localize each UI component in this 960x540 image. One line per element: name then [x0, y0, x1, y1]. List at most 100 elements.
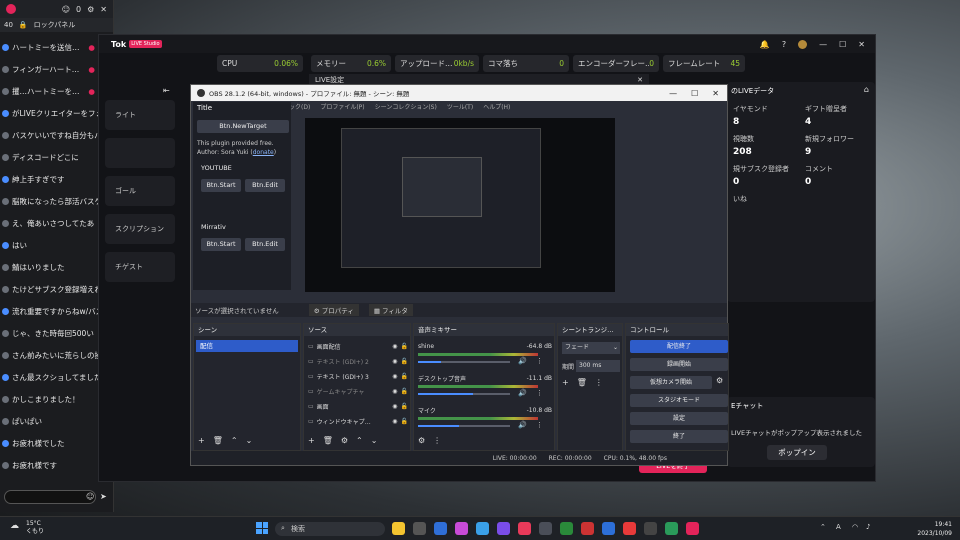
- mirrativ-start-button[interactable]: Btn.Start: [201, 238, 241, 251]
- taskbar-app-icon[interactable]: [602, 522, 615, 535]
- control-button[interactable]: スタジオモード: [630, 394, 728, 407]
- lock-icon[interactable]: 🔓: [401, 403, 408, 410]
- tiktok-menu-item[interactable]: ゴール: [105, 176, 175, 206]
- properties-button[interactable]: ⚙ プロパティ: [308, 304, 359, 316]
- source-item[interactable]: ▭ テキスト (GDI+) 3 ◉ 🔓: [308, 370, 408, 382]
- volume-icon[interactable]: ♪: [866, 523, 870, 531]
- filters-button[interactable]: ▦ フィルタ: [368, 304, 413, 316]
- new-target-button[interactable]: Btn.NewTarget: [197, 120, 289, 133]
- menu-icon[interactable]: ⋮: [595, 378, 603, 387]
- add-icon[interactable]: +: [562, 378, 569, 387]
- taskbar-app-icon[interactable]: [413, 522, 426, 535]
- emoji-icon[interactable]: ☺: [86, 492, 94, 501]
- trash-icon[interactable]: 🗑: [323, 436, 333, 445]
- transition-select[interactable]: フェード ⌄: [562, 342, 620, 354]
- mirrativ-edit-button[interactable]: Btn.Edit: [245, 238, 285, 251]
- cloud-icon[interactable]: ☁: [10, 521, 19, 531]
- obs-menu-item[interactable]: ツール(T): [447, 102, 473, 111]
- trash-icon[interactable]: 🗑: [213, 436, 223, 445]
- chat-input[interactable]: [4, 490, 96, 504]
- down-icon[interactable]: ⌄: [246, 436, 253, 445]
- volume-slider[interactable]: [418, 393, 510, 395]
- taskbar-app-icon[interactable]: [497, 522, 510, 535]
- obs-menu-item[interactable]: シーンコレクション(S): [375, 102, 437, 111]
- obs-preview[interactable]: [305, 118, 615, 292]
- taskbar-clock[interactable]: 19:41 2023/10/09: [917, 520, 952, 538]
- menu-icon[interactable]: ⋮: [536, 421, 543, 429]
- menu-icon[interactable]: ⋮: [536, 389, 543, 397]
- youtube-start-button[interactable]: Btn.Start: [201, 179, 241, 192]
- taskbar-app-icon[interactable]: [518, 522, 531, 535]
- control-button[interactable]: 終了: [630, 430, 728, 443]
- maximize-icon[interactable]: ☐: [691, 89, 698, 98]
- collapse-icon[interactable]: ⇤: [163, 86, 170, 95]
- wifi-icon[interactable]: ◠: [852, 523, 858, 531]
- minimize-icon[interactable]: —: [669, 89, 677, 98]
- obs-menu-item[interactable]: ヘルプ(H): [483, 102, 510, 111]
- start-icon[interactable]: [256, 522, 268, 534]
- lock-icon[interactable]: 🔓: [401, 343, 408, 350]
- taskbar-app-icon[interactable]: [455, 522, 468, 535]
- add-icon[interactable]: +: [308, 436, 315, 445]
- lock-icon[interactable]: 🔓: [401, 358, 408, 365]
- add-icon[interactable]: +: [198, 436, 205, 445]
- bell-icon[interactable]: 🔔: [760, 40, 770, 49]
- duration-input[interactable]: 300 ms: [576, 360, 620, 372]
- volume-slider[interactable]: [418, 361, 510, 363]
- settings-icon[interactable]: ⚙: [87, 5, 94, 14]
- close-icon[interactable]: ✕: [712, 89, 719, 98]
- taskbar-app-icon[interactable]: [644, 522, 657, 535]
- source-item[interactable]: ▭ 画面 ◉ 🔓: [308, 400, 408, 412]
- taskbar-app-icon[interactable]: [665, 522, 678, 535]
- eye-icon[interactable]: ◉: [392, 358, 397, 365]
- tray-chevron-icon[interactable]: ⌃: [820, 523, 826, 531]
- send-icon[interactable]: ➤: [100, 492, 107, 501]
- control-button[interactable]: 設定: [630, 412, 728, 425]
- close-icon[interactable]: ✕: [100, 5, 107, 14]
- down-icon[interactable]: ⌄: [371, 436, 378, 445]
- source-item[interactable]: ▭ テキスト (GDI+) 2 ◉ 🔓: [308, 355, 408, 367]
- source-item[interactable]: ▭ ゲームキャプチャ ◉ 🔓: [308, 385, 408, 397]
- speaker-icon[interactable]: 🔊: [518, 421, 527, 429]
- eye-icon[interactable]: ◉: [392, 403, 397, 410]
- home-icon[interactable]: ⌂: [864, 85, 869, 94]
- tiktok-menu-item[interactable]: [105, 138, 175, 168]
- control-button[interactable]: 配信終了: [630, 340, 728, 353]
- up-icon[interactable]: ⌃: [231, 436, 238, 445]
- weather-widget[interactable]: 15°C くもり: [26, 520, 44, 536]
- eye-icon[interactable]: ◉: [392, 343, 397, 350]
- lock-icon[interactable]: 🔓: [401, 388, 408, 395]
- taskbar-app-icon[interactable]: [623, 522, 636, 535]
- help-icon[interactable]: ?: [782, 40, 786, 49]
- taskbar-app-icon[interactable]: [686, 522, 699, 535]
- taskbar-app-icon[interactable]: [476, 522, 489, 535]
- obs-menu-item[interactable]: プロファイル(P): [320, 102, 364, 111]
- speaker-icon[interactable]: 🔊: [518, 357, 527, 365]
- source-item[interactable]: ▭ウィンドウキャプチャ 2 ◉ 🔓: [308, 415, 408, 427]
- tiktok-menu-item[interactable]: チゲスト: [105, 252, 175, 282]
- source-item[interactable]: ▭ 画面配信 ◉ 🔓: [308, 340, 408, 352]
- eye-icon[interactable]: ◉: [392, 373, 397, 380]
- control-button[interactable]: 録画開始: [630, 358, 728, 371]
- lock-icon[interactable]: 🔓: [401, 418, 408, 425]
- popin-button[interactable]: ポップイン: [767, 445, 827, 460]
- virtual-camera-gear-icon[interactable]: ⚙: [716, 376, 723, 385]
- taskbar-app-icon[interactable]: [434, 522, 447, 535]
- youtube-edit-button[interactable]: Btn.Edit: [245, 179, 285, 192]
- lock-icon[interactable]: 🔒: [19, 21, 28, 29]
- tiktok-menu-item[interactable]: ライト: [105, 100, 175, 130]
- scene-item[interactable]: 配信: [196, 340, 298, 352]
- taskbar-app-icon[interactable]: [392, 522, 405, 535]
- taskbar-app-icon[interactable]: [539, 522, 552, 535]
- gear-icon[interactable]: ⚙: [341, 436, 348, 445]
- mixer-menu-icon[interactable]: ⋮: [433, 436, 441, 445]
- control-button[interactable]: 仮想カメラ開始: [630, 376, 712, 389]
- tray-font-icon[interactable]: A: [836, 523, 841, 531]
- speaker-icon[interactable]: 🔊: [518, 389, 527, 397]
- up-icon[interactable]: ⌃: [356, 436, 363, 445]
- eye-icon[interactable]: ◉: [392, 388, 397, 395]
- taskbar-app-icon[interactable]: [581, 522, 594, 535]
- tiktok-menu-item[interactable]: スクリプション: [105, 214, 175, 244]
- avatar[interactable]: [798, 39, 808, 49]
- obs-menu-item[interactable]: ック(D): [289, 102, 310, 111]
